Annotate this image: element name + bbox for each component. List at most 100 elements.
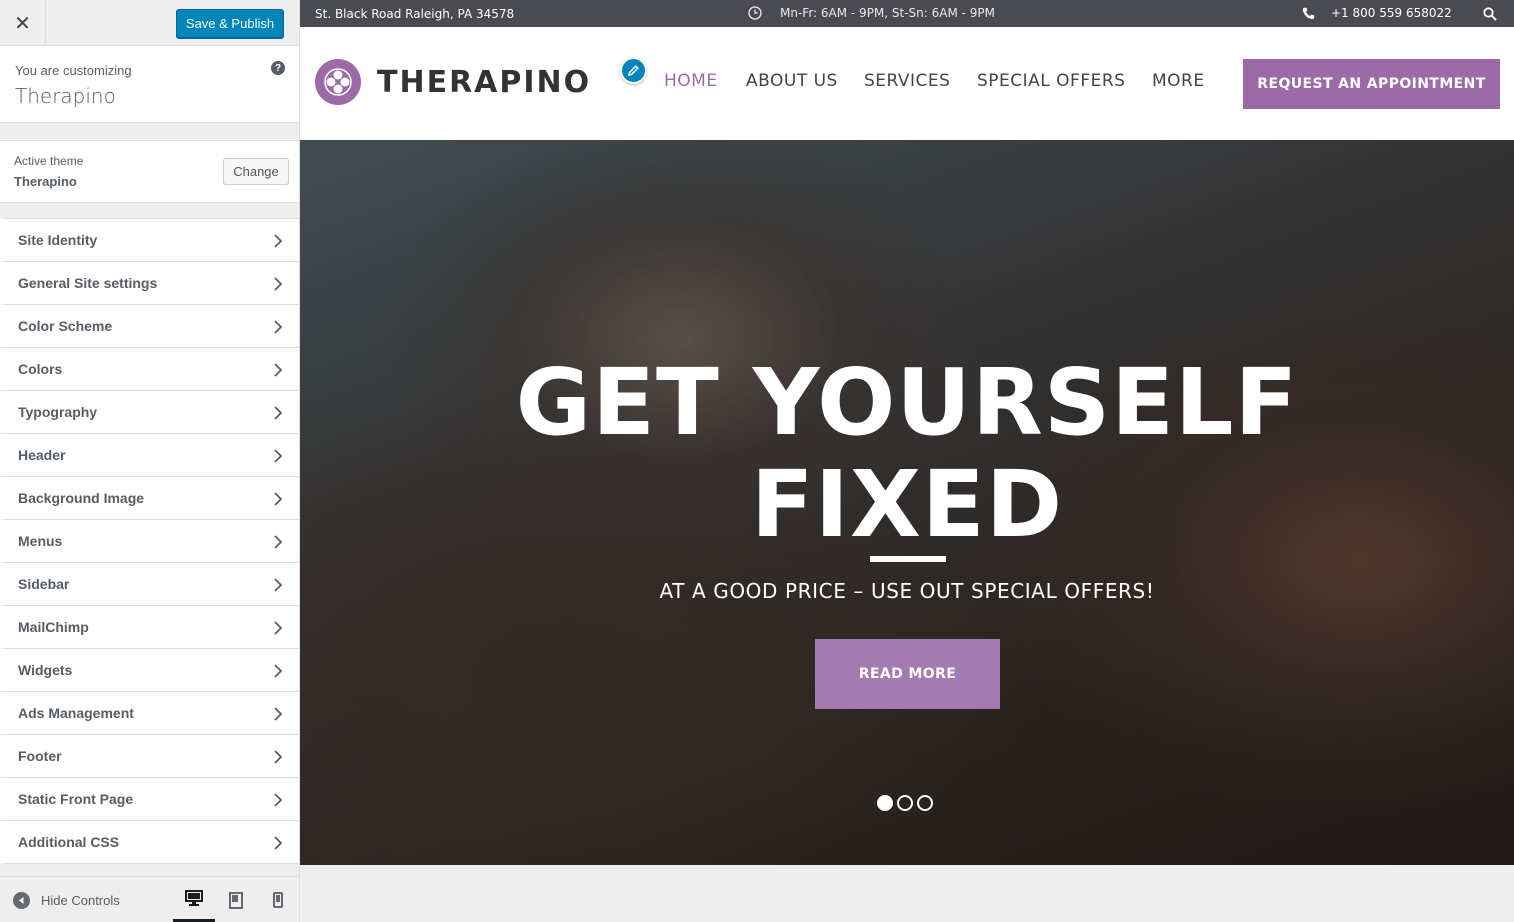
hide-controls-button[interactable]: Hide Controls — [13, 892, 120, 909]
change-theme-button[interactable]: Change — [223, 158, 289, 185]
nav-special-offers[interactable]: SPECIAL OFFERS — [977, 71, 1125, 91]
section-header[interactable]: Header — [0, 434, 299, 477]
section-label: Additional CSS — [18, 834, 120, 850]
section-ads-management[interactable]: Ads Management — [0, 692, 299, 735]
section-general-site-settings[interactable]: General Site settings — [0, 262, 299, 305]
request-appointment-button[interactable]: REQUEST AN APPOINTMENT — [1243, 59, 1500, 109]
section-label: Colors — [18, 361, 63, 377]
active-theme-panel: Active theme Therapino Change — [0, 140, 299, 203]
section-site-identity[interactable]: Site Identity — [0, 218, 299, 262]
section-list: Site Identity General Site settings Colo… — [0, 218, 299, 864]
slide-dot-1[interactable] — [877, 795, 893, 811]
chevron-right-icon — [274, 793, 283, 807]
section-label: Sidebar — [18, 576, 70, 592]
close-icon[interactable]: ✕ — [0, 0, 46, 46]
nav-home[interactable]: HOME — [664, 71, 718, 91]
opening-hours: Mn-Fr: 6AM - 9PM, St-Sn: 6AM - 9PM — [748, 6, 995, 20]
section-widgets[interactable]: Widgets — [0, 649, 299, 692]
section-label: Menus — [18, 533, 63, 549]
section-background-image[interactable]: Background Image — [0, 477, 299, 520]
chevron-right-icon — [274, 535, 283, 549]
hero-title-line-2: FIXED — [750, 451, 1064, 558]
customizing-info: You are customizing Therapino ? — [0, 46, 299, 123]
edit-shortcut-pencil-icon[interactable] — [620, 57, 647, 84]
help-icon[interactable]: ? — [271, 61, 285, 75]
section-mailchimp[interactable]: MailChimp — [0, 606, 299, 649]
section-footer[interactable]: Footer — [0, 735, 299, 778]
hours-text: Mn-Fr: 6AM - 9PM, St-Sn: 6AM - 9PM — [780, 6, 996, 20]
desktop-icon — [185, 890, 203, 906]
site-header: THERAPINO HOME ABOUT US SERVICES SPECIAL… — [300, 27, 1514, 140]
section-colors[interactable]: Colors — [0, 348, 299, 391]
hide-controls-label: Hide Controls — [41, 893, 120, 908]
slide-dot-2[interactable] — [897, 795, 913, 811]
section-static-front-page[interactable]: Static Front Page — [0, 778, 299, 821]
chevron-right-icon — [274, 234, 283, 248]
site-preview: St. Black Road Raleigh, PA 34578 Mn-Fr: … — [300, 0, 1514, 922]
chevron-right-icon — [274, 492, 283, 506]
phone-contact: +1 800 559 658022 — [1302, 6, 1452, 20]
chevron-right-icon — [274, 664, 283, 678]
section-label: General Site settings — [18, 275, 158, 291]
save-publish-button[interactable]: Save & Publish — [176, 9, 284, 38]
hero-divider — [870, 556, 946, 562]
clock-icon — [748, 6, 762, 20]
section-label: Static Front Page — [18, 791, 134, 807]
slide-dot-3[interactable] — [917, 795, 933, 811]
chevron-right-icon — [274, 578, 283, 592]
hero-title-line-1: GET YOURSELF — [515, 349, 1299, 456]
chevron-right-icon — [274, 320, 283, 334]
section-label: Background Image — [18, 490, 145, 506]
hero-subtitle: AT A GOOD PRICE – USE OUT SPECIAL OFFERS… — [659, 579, 1155, 603]
hero-slider: GET YOURSELF FIXED AT A GOOD PRICE – USE… — [300, 140, 1514, 865]
search-icon[interactable] — [1483, 7, 1497, 21]
customizer-footer: Hide Controls — [0, 876, 299, 922]
customizer-window: ✕ Save & Publish You are customizing The… — [0, 0, 1514, 922]
section-label: Typography — [18, 404, 98, 420]
preview-tablet-button[interactable] — [215, 877, 257, 922]
chevron-right-icon — [274, 750, 283, 764]
tablet-icon — [229, 891, 243, 909]
top-info-bar: St. Black Road Raleigh, PA 34578 Mn-Fr: … — [300, 0, 1514, 27]
nav-about-us[interactable]: ABOUT US — [746, 71, 838, 91]
chevron-right-icon — [274, 707, 283, 721]
section-sidebar[interactable]: Sidebar — [0, 563, 299, 606]
section-typography[interactable]: Typography — [0, 391, 299, 434]
brand-name[interactable]: THERAPINO — [377, 65, 591, 100]
section-label: Color Scheme — [18, 318, 113, 334]
section-label: Widgets — [18, 662, 73, 678]
address-text: St. Black Road Raleigh, PA 34578 — [315, 7, 515, 21]
phone-icon — [1302, 7, 1315, 19]
section-label: Ads Management — [18, 705, 134, 721]
nav-services[interactable]: SERVICES — [864, 71, 950, 91]
chevron-right-icon — [274, 621, 283, 635]
chevron-right-icon — [274, 406, 283, 420]
section-additional-css[interactable]: Additional CSS — [0, 821, 299, 864]
section-label: Site Identity — [18, 232, 98, 248]
section-label: Footer — [18, 748, 62, 764]
chevron-right-icon — [274, 836, 283, 850]
section-label: Header — [18, 447, 66, 463]
active-theme-label: Active theme — [14, 154, 84, 168]
hero-title: GET YOURSELF FIXED — [300, 352, 1514, 556]
collapse-arrow-icon — [13, 892, 30, 909]
preview-desktop-button[interactable] — [173, 877, 215, 922]
chevron-right-icon — [274, 449, 283, 463]
active-theme-name: Therapino — [14, 174, 77, 189]
mobile-icon — [273, 892, 283, 908]
section-label: MailChimp — [18, 619, 89, 635]
section-color-scheme[interactable]: Color Scheme — [0, 305, 299, 348]
preview-mobile-button[interactable] — [257, 877, 299, 922]
nav-more[interactable]: MORE — [1152, 71, 1205, 91]
read-more-button[interactable]: READ MORE — [815, 639, 1000, 709]
site-title: Therapino — [15, 84, 116, 108]
chevron-right-icon — [274, 363, 283, 377]
customizing-label: You are customizing — [15, 63, 132, 78]
chevron-right-icon — [274, 277, 283, 291]
slider-pagination — [877, 795, 933, 811]
customizer-sidebar: ✕ Save & Publish You are customizing The… — [0, 0, 300, 922]
logo-icon[interactable] — [315, 59, 361, 105]
section-menus[interactable]: Menus — [0, 520, 299, 563]
phone-text: +1 800 559 658022 — [1331, 6, 1452, 20]
customizer-header: ✕ Save & Publish — [0, 0, 299, 46]
